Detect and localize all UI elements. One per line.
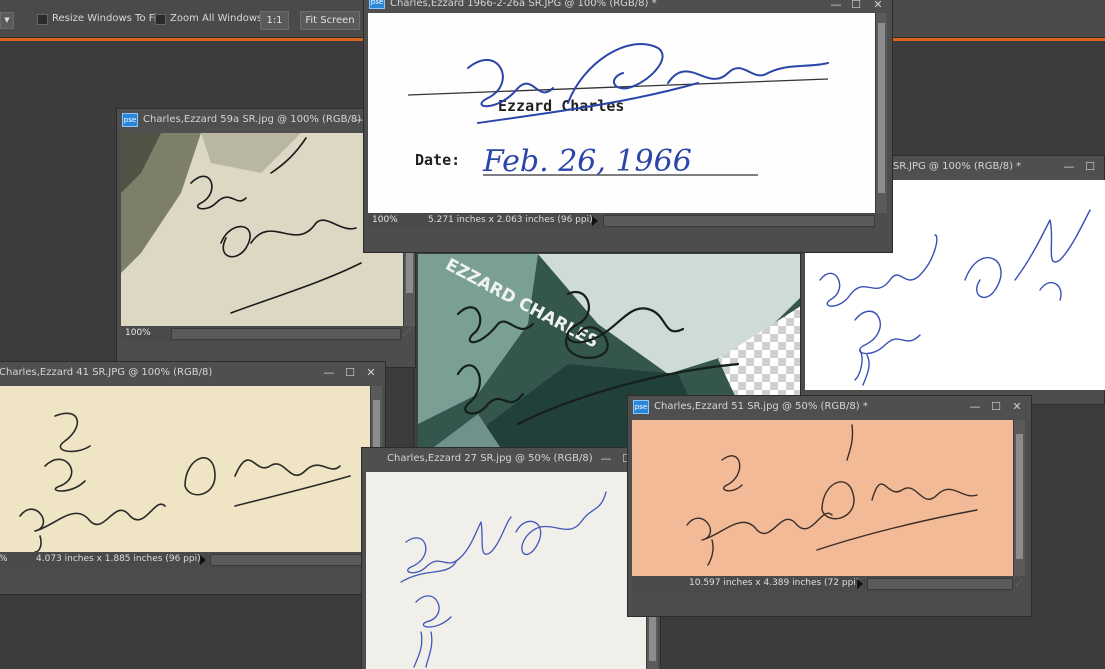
zoom-level[interactable]: % [0, 554, 8, 564]
window-title: Charles,Ezzard 41 SR.JPG @ 100% (RGB/8) [0, 367, 213, 378]
window-title: Charles,Ezzard 51 SR.jpg @ 50% (RGB/8) * [654, 401, 868, 412]
document-window-27[interactable]: Charles,Ezzard 27 SR.jpg @ 50% (RGB/8) —… [361, 447, 661, 669]
document-canvas: Ezzard Charles Date: Feb. 26, 1966 [368, 13, 875, 213]
document-dimensions: 4.073 inches x 1.885 inches (96 ppi) [36, 554, 201, 564]
zoom-level[interactable]: 100% [372, 215, 398, 225]
minimize-icon[interactable]: — [829, 0, 843, 12]
resize-windows-label: Resize Windows To Fit [52, 13, 161, 24]
horizontal-scrollbar[interactable] [210, 554, 370, 566]
window-title: Charles,Ezzard 1966-2-26a SR.JPG @ 100% … [390, 0, 657, 9]
resize-grip-icon[interactable]: ⋰ [1015, 578, 1025, 588]
minimize-icon[interactable]: — [968, 400, 982, 414]
document-window-51[interactable]: pse Charles,Ezzard 51 SR.jpg @ 50% (RGB/… [627, 395, 1032, 617]
status-menu-arrow-icon[interactable] [200, 555, 206, 565]
pse-app-icon: pse [369, 0, 385, 9]
document-image: Ezzard Charles Date: Feb. 26, 1966 [407, 43, 829, 179]
close-icon[interactable]: ✕ [364, 366, 378, 380]
document-canvas [0, 386, 370, 552]
window-titlebar[interactable]: Charles,Ezzard 41 SR.JPG @ 100% (RGB/8) … [0, 362, 385, 386]
document-dimensions: 10.597 inches x 4.389 inches (72 ppi) [689, 578, 860, 588]
status-bar: 10.597 inches x 4.389 inches (72 ppi) [632, 576, 1013, 592]
horizontal-scrollbar[interactable] [603, 215, 875, 227]
photoshop-elements-workspace: ▼ Resize Windows To Fit Zoom All Windows… [0, 0, 1105, 669]
resize-grip-icon[interactable]: ⋰ [403, 328, 413, 338]
handwritten-date: Feb. 26, 1966 [482, 144, 692, 179]
document-canvas [121, 133, 403, 326]
window-title: Charles,Ezzard 59a SR.jpg @ 100% (RGB/8) [143, 114, 362, 125]
fit-screen-button[interactable]: Fit Screen [300, 11, 360, 30]
document-window-1966[interactable]: pse Charles,Ezzard 1966-2-26a SR.JPG @ 1… [363, 0, 893, 253]
pse-app-icon: pse [122, 113, 138, 127]
close-icon[interactable]: ✕ [871, 0, 885, 12]
document-canvas [366, 472, 646, 669]
signature-image [121, 133, 403, 326]
signature-image [686, 424, 978, 566]
status-menu-arrow-icon[interactable] [592, 216, 598, 226]
document-dimensions: 5.271 inches x 2.063 inches (96 ppi) [428, 215, 593, 225]
window-titlebar[interactable]: pse Charles,Ezzard 1966-2-26a SR.JPG @ 1… [364, 0, 892, 13]
window-titlebar[interactable]: Charles,Ezzard 27 SR.jpg @ 50% (RGB/8) —… [362, 448, 660, 472]
document-window-41[interactable]: Charles,Ezzard 41 SR.JPG @ 100% (RGB/8) … [0, 361, 386, 595]
resize-windows-checkbox[interactable] [37, 14, 48, 25]
signature-image [19, 412, 351, 552]
horizontal-scrollbar[interactable] [867, 578, 1013, 590]
maximize-icon[interactable]: ☐ [989, 400, 1003, 414]
zoom-level[interactable]: 100% [125, 328, 151, 338]
status-bar: 100% 5.271 inches x 2.063 inches (96 ppi… [368, 213, 875, 229]
vertical-scrollbar[interactable] [1013, 420, 1025, 576]
status-menu-arrow-icon[interactable] [857, 579, 863, 589]
window-title: 29 SR.JPG @ 100% (RGB/8) * [877, 161, 1022, 172]
zoom-all-windows-label: Zoom All Windows [170, 13, 263, 24]
close-icon[interactable]: ✕ [1010, 400, 1024, 414]
maximize-icon[interactable]: ☐ [1083, 160, 1097, 174]
typed-date-label: Date: [415, 151, 460, 169]
window-titlebar[interactable]: pse Charles,Ezzard 51 SR.jpg @ 50% (RGB/… [628, 396, 1031, 420]
horizontal-scrollbar[interactable] [171, 328, 401, 340]
status-bar: % 4.073 inches x 1.885 inches (96 ppi) [0, 552, 370, 568]
scroll-thumb[interactable] [878, 23, 885, 193]
scroll-thumb[interactable] [1016, 434, 1023, 559]
signature-image [400, 491, 607, 668]
pse-app-icon: pse [633, 400, 649, 414]
minimize-icon[interactable]: — [599, 452, 613, 466]
window-title: Charles,Ezzard 27 SR.jpg @ 50% (RGB/8) [387, 453, 593, 464]
minimize-icon[interactable]: — [1062, 160, 1076, 174]
zoom-all-windows-checkbox[interactable] [155, 14, 166, 25]
typed-name: Ezzard Charles [498, 97, 624, 115]
minimize-icon[interactable]: — [322, 366, 336, 380]
actual-pixels-button[interactable]: 1:1 [260, 11, 289, 30]
vertical-scrollbar[interactable] [875, 13, 887, 213]
maximize-icon[interactable]: ☐ [343, 366, 357, 380]
document-canvas [632, 420, 1013, 576]
status-bar: 100% [121, 326, 403, 342]
maximize-icon[interactable]: ☐ [849, 0, 863, 12]
dropdown-icon[interactable]: ▼ [0, 12, 14, 29]
